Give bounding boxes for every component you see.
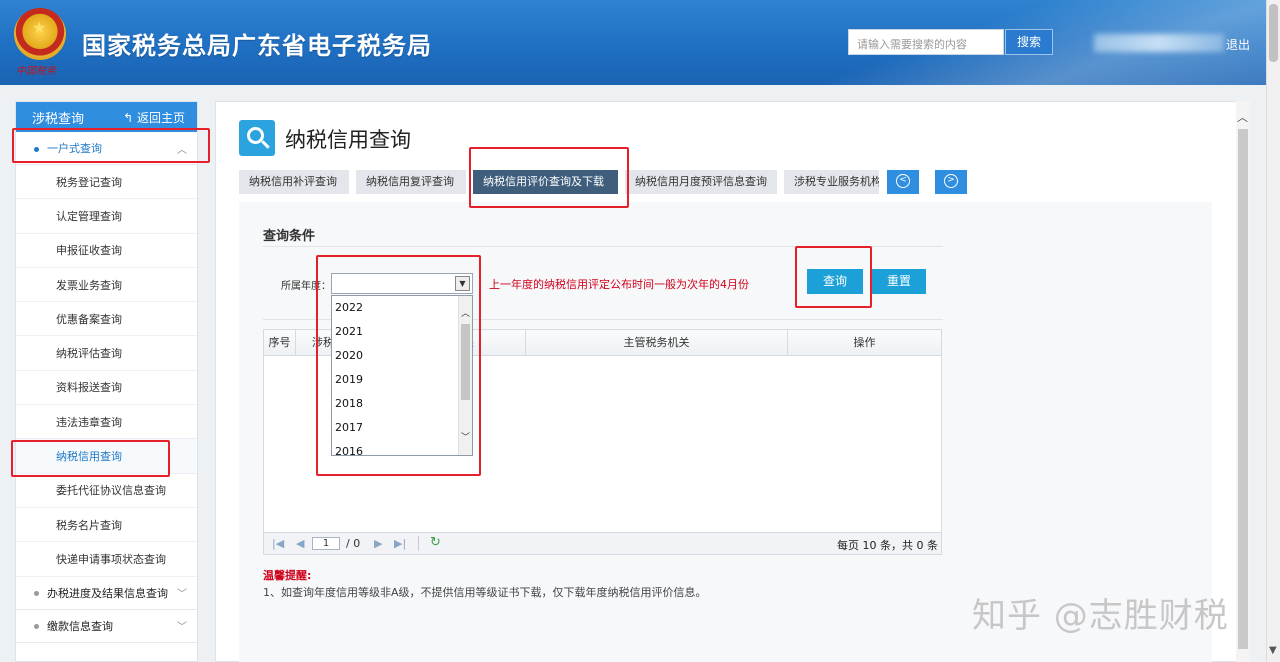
first-page-icon[interactable]: |◀ [272,537,284,550]
scroll-up-icon[interactable]: ︿ [1237,109,1248,125]
query-section-title: 查询条件 [263,229,316,244]
sidebar-item[interactable]: 发票业务查询 [16,268,197,303]
reset-button[interactable]: 重置 [872,269,926,294]
annotation-box [469,147,629,208]
pager-separator [418,536,419,551]
tip-text: 1、如查询年度信用等级非A级，不提供信用等级证书下载，仅下载年度纳税信用评价信息… [263,586,707,599]
search-icon [239,120,275,156]
site-title: 国家税务总局广东省电子税务局 [82,32,432,60]
total-pages: / 0 [346,537,361,550]
window-scrollbar-thumb[interactable] [1269,4,1278,62]
tab-credit-supplement[interactable]: 纳税信用补评查询 [239,170,349,194]
prev-page-icon[interactable]: ◀ [296,537,304,550]
tip-title: 温馨提醒: [263,569,312,582]
sidebar-group-payment-query[interactable]: 缴款信息查询 ﹀ [16,610,197,643]
sidebar-item[interactable]: 认定管理查询 [16,199,197,234]
sidebar-item[interactable]: 快递申请事项状态查询 [16,542,197,577]
search-input[interactable]: 请输入需要搜索的内容 [848,29,1004,55]
column-header-index: 序号 [264,330,296,356]
tab-tax-service-agency[interactable]: 涉税专业服务机构 [784,170,879,194]
site-header: ★ 中国税务 国家税务总局广东省电子税务局 请输入需要搜索的内容 搜索 退出 [0,0,1266,85]
sidebar-item[interactable]: 税务登记查询 [16,165,197,200]
sidebar-title: 涉税查询 [32,111,85,127]
scroll-down-icon[interactable]: ▼ [1269,645,1277,656]
logout-link[interactable]: 退出 [1226,36,1250,53]
page-title: 纳税信用查询 [285,128,411,152]
column-header-action: 操作 [853,336,876,349]
sidebar-item[interactable]: 违法违章查询 [16,405,197,440]
tab-monthly-pre-evaluation[interactable]: 纳税信用月度预评信息查询 [625,170,777,194]
chevron-down-icon: ﹀ [177,589,187,601]
bullet-icon [34,591,39,597]
annotation-box [316,255,481,476]
tab-prev-button[interactable]: < [887,170,919,194]
column-header-tax-authority: 主管税务机关 [526,330,788,356]
search-button[interactable]: 搜索 [1005,29,1053,55]
sidebar-item[interactable]: 优惠备案查询 [16,302,197,337]
pagination-bar: |◀ ◀ 1 / 0 ▶ ▶| ↻ 每页 10 条，共 0 条 [264,532,941,554]
tax-emblem-logo: ★ [14,8,66,60]
sidebar-item[interactable]: 税务名片查询 [16,508,197,543]
sidebar: 涉税查询 ↰ 返回主页 一户式查询 ︿ 税务登记查询 认定管理查询 申报征收查询… [15,101,198,662]
return-arrow-icon: ↰ [123,110,137,125]
emblem-caption: 中国税务 [16,66,56,77]
annotation-box [795,246,872,308]
sidebar-item[interactable]: 委托代征协议信息查询 [16,474,197,508]
bullet-icon [34,624,39,630]
page-number-input[interactable]: 1 [312,537,340,550]
page-summary: 每页 10 条，共 0 条 [837,539,938,552]
sidebar-item[interactable]: 申报征收查询 [16,234,197,268]
chevron-left-icon: < [896,173,910,188]
chevron-right-icon: > [944,173,958,188]
tab-credit-review[interactable]: 纳税信用复评查询 [356,170,466,194]
annotation-box [12,128,210,163]
watermark: 知乎 @志胜财税 [972,596,1229,636]
main-scrollbar[interactable]: ︿ [1236,101,1250,662]
back-home-button[interactable]: ↰ 返回主页 [123,109,185,126]
publish-time-notice: 上一年度的纳税信用评定公布时间一般为次年的4月份 [489,278,749,291]
next-page-icon[interactable]: ▶ [374,537,382,550]
last-page-icon[interactable]: ▶| [394,537,406,550]
tab-next-button[interactable]: > [935,170,967,194]
sidebar-item[interactable]: 资料报送查询 [16,371,197,406]
window-scrollbar[interactable]: ▼ [1266,0,1280,662]
refresh-icon[interactable]: ↻ [430,535,441,550]
user-name-blurred [1094,34,1224,52]
sidebar-item[interactable]: 纳税评估查询 [16,336,197,371]
chevron-down-icon: ﹀ [177,622,187,634]
annotation-box [11,440,170,477]
sidebar-group-progress-query[interactable]: 办税进度及结果信息查询 ﹀ [16,577,197,610]
main-scrollbar-thumb[interactable] [1238,129,1248,649]
